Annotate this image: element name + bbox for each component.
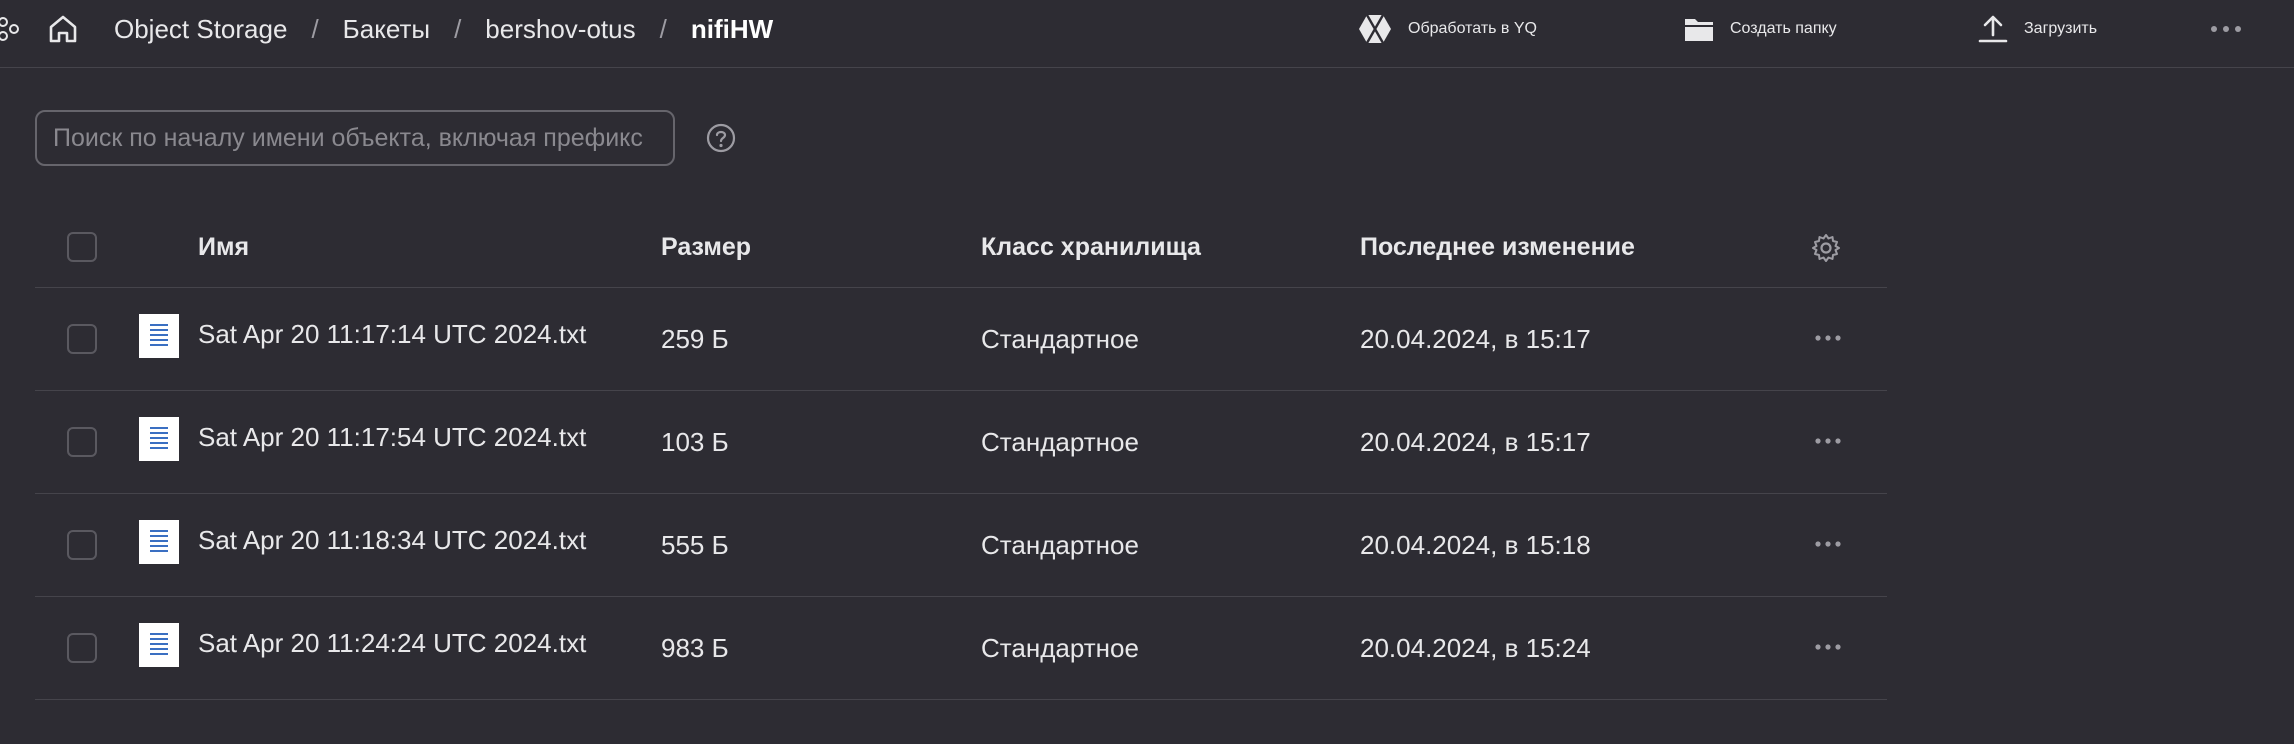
text-file-icon — [139, 417, 179, 461]
breadcrumb-current-folder: nifiHW — [690, 13, 774, 44]
column-header-modified[interactable]: Последнее изменение — [1360, 208, 1635, 287]
more-horizontal-icon[interactable] — [2206, 16, 2246, 42]
upload-icon — [1978, 15, 2008, 43]
table-header: Имя Размер Класс хранилища Последнее изм… — [35, 208, 1887, 288]
row-checkbox[interactable] — [67, 427, 97, 457]
row-checkbox[interactable] — [67, 324, 97, 354]
file-size: 259 Б — [661, 323, 729, 354]
home-icon[interactable] — [46, 12, 80, 46]
breadcrumb-object-storage[interactable]: Object Storage — [114, 14, 287, 45]
text-file-icon — [139, 520, 179, 564]
breadcrumb-buckets[interactable]: Бакеты — [343, 14, 430, 45]
file-modified: 20.04.2024, в 15:17 — [1360, 323, 1591, 354]
file-storage-class: Стандартное — [981, 426, 1139, 457]
upload-button[interactable]: Загрузить — [1978, 0, 2097, 58]
breadcrumb-bucket[interactable]: bershov-otus — [485, 14, 635, 45]
breadcrumb-separator: / — [311, 13, 319, 44]
file-size: 555 Б — [661, 529, 729, 560]
breadcrumb-separator: / — [454, 13, 462, 44]
row-checkbox[interactable] — [67, 633, 97, 663]
row-actions-more-icon[interactable] — [1813, 637, 1843, 657]
file-name[interactable]: Sat Apr 20 11:17:54 UTC 2024.txt — [198, 391, 586, 493]
file-size: 103 Б — [661, 426, 729, 457]
table-row[interactable]: Sat Apr 20 11:18:34 UTC 2024.txt 555 Б С… — [35, 494, 1887, 597]
table-row[interactable]: Sat Apr 20 11:17:54 UTC 2024.txt 103 Б С… — [35, 391, 1887, 494]
file-storage-class: Стандартное — [981, 529, 1139, 560]
file-storage-class: Стандартное — [981, 632, 1139, 663]
text-file-icon — [139, 623, 179, 667]
row-actions-more-icon[interactable] — [1813, 534, 1843, 554]
objects-table: Имя Размер Класс хранилища Последнее изм… — [35, 208, 1887, 700]
row-actions-more-icon[interactable] — [1813, 328, 1843, 348]
breadcrumb-separator: / — [659, 13, 667, 44]
top-bar: Object Storage / Бакеты / bershov-otus /… — [0, 0, 2294, 68]
upload-label: Загрузить — [2024, 20, 2098, 37]
file-name[interactable]: Sat Apr 20 11:17:14 UTC 2024.txt — [198, 288, 586, 390]
gear-icon — [1812, 233, 1840, 262]
create-folder-label: Создать папку — [1730, 20, 1837, 37]
select-all-checkbox[interactable] — [67, 232, 97, 262]
table-row[interactable]: Sat Apr 20 11:17:14 UTC 2024.txt 259 Б С… — [35, 288, 1887, 391]
file-size: 983 Б — [661, 632, 729, 663]
breadcrumb: Object Storage / Бакеты / bershov-otus /… — [114, 0, 773, 58]
table-row[interactable]: Sat Apr 20 11:24:24 UTC 2024.txt 983 Б С… — [35, 597, 1887, 700]
services-icon[interactable] — [0, 14, 22, 44]
column-header-storage-class[interactable]: Класс хранилища — [981, 208, 1201, 287]
yq-icon — [1359, 14, 1391, 44]
file-name[interactable]: Sat Apr 20 11:18:34 UTC 2024.txt — [198, 494, 586, 596]
create-folder-button[interactable]: Создать папку — [1684, 0, 1837, 58]
table-settings-button[interactable] — [1811, 208, 1841, 287]
process-in-yq-button[interactable]: Обработать в YQ — [1358, 0, 1537, 58]
folder-icon — [1685, 19, 1713, 41]
process-in-yq-label: Обработать в YQ — [1408, 20, 1537, 37]
file-name[interactable]: Sat Apr 20 11:24:24 UTC 2024.txt — [198, 597, 586, 699]
file-storage-class: Стандартное — [981, 323, 1139, 354]
text-file-icon — [139, 314, 179, 358]
file-modified: 20.04.2024, в 15:17 — [1360, 426, 1591, 457]
file-modified: 20.04.2024, в 15:18 — [1360, 529, 1591, 560]
row-actions-more-icon[interactable] — [1813, 431, 1843, 451]
help-circle-icon[interactable] — [706, 123, 736, 153]
column-header-name[interactable]: Имя — [198, 208, 249, 287]
row-checkbox[interactable] — [67, 530, 97, 560]
file-modified: 20.04.2024, в 15:24 — [1360, 632, 1591, 663]
search-input[interactable] — [35, 110, 675, 166]
column-header-size[interactable]: Размер — [661, 208, 751, 287]
